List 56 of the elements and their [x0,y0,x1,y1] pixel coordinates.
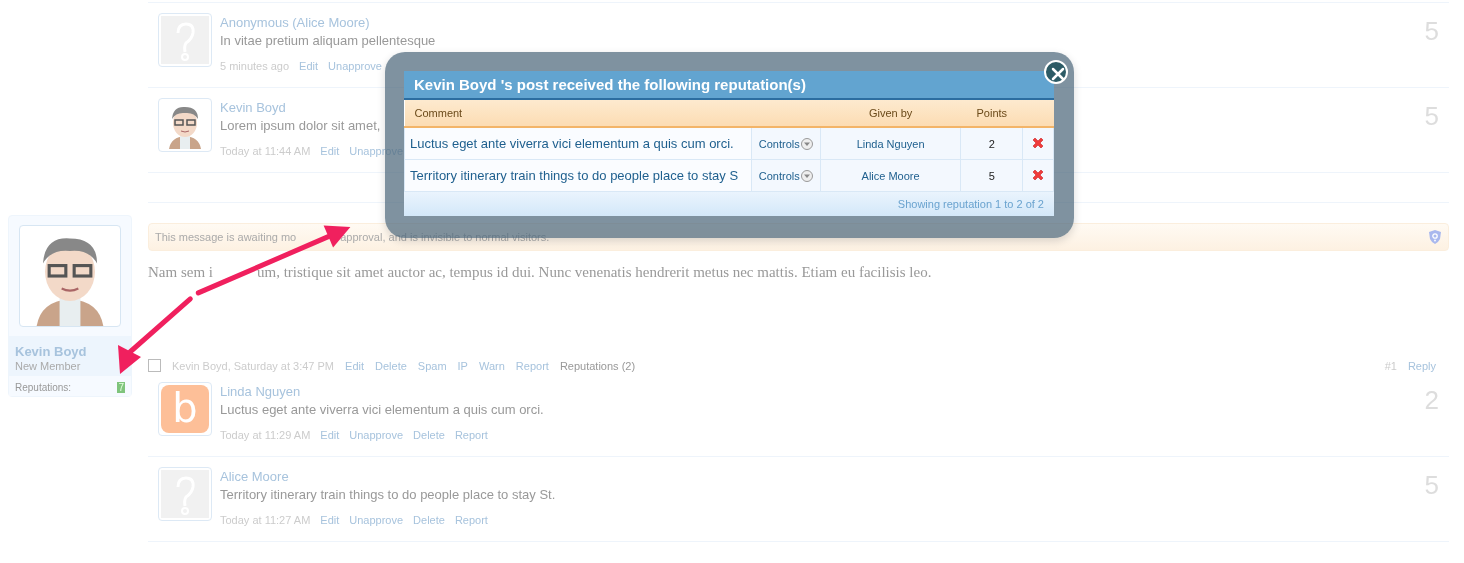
post-body: Nam sem i [148,264,213,280]
action-link[interactable]: Report [454,514,488,526]
action-link[interactable]: Report [515,359,549,372]
points-cell: 2 [961,127,1023,160]
notice-text: This message is awaiting mo [155,231,297,243]
delete-icon[interactable] [1031,167,1046,182]
action-link[interactable]: Spam [417,359,447,372]
comment-text: Lorem ipsum dolor sit amet, [220,118,382,133]
author-link[interactable]: Linda Nguyen [220,384,301,399]
post-body: um, tristique sit amet auctor ac, tempus id dui. Nunc venenatis hendrerit metus nec mattis. Etiam eu facilisis leo. [257,264,932,280]
action-link[interactable]: Edit [299,60,319,72]
username-link[interactable]: Kevin Boyd [15,344,87,359]
action-link[interactable]: Unapprove [328,60,382,72]
caret-icon [800,137,813,150]
action-link[interactable]: IP [457,359,468,372]
action-link[interactable]: Report [454,429,488,441]
action-link[interactable]: Delete [413,429,445,441]
reply-link[interactable]: Reply [1407,359,1436,372]
action-link[interactable]: Warn [478,359,505,372]
action-link[interactable]: Unapprove [349,514,404,526]
caret-icon [800,169,813,182]
action-link[interactable]: Edit [345,359,364,372]
comment-link[interactable]: Luctus eget ante viverra vici elementum a quis cum orci. [404,127,752,160]
action-link[interactable]: Edit [320,145,340,157]
shield-icon [1428,229,1442,245]
reputation-count[interactable]: 7 [117,382,125,393]
comment-text: Territory itinerary train things to do people place to stay St. [220,487,557,502]
avatar [158,467,212,521]
select-checkbox[interactable] [148,359,161,372]
user-title: New Member [15,360,82,372]
column-header: Comment [404,100,752,127]
letter-avatar: b [161,385,209,433]
close-button[interactable] [1044,60,1068,84]
giver-link[interactable]: Linda Nguyen [820,127,961,160]
comment-link[interactable]: Territory itinerary train things to do people place to stay S [404,159,752,192]
comment-text: Luctus eget ante viverra vici elementum a quis cum orci. [220,402,545,417]
action-link[interactable]: Delete [413,514,445,526]
points-cell: 5 [961,159,1023,192]
comment-text: In vitae pretium aliquam pellentesque [220,33,437,48]
modal-title: Kevin Boyd 's post received the following reputation(s) [404,71,1054,100]
giver-link[interactable]: Alice Moore [820,159,961,192]
action-link[interactable]: Edit [320,429,340,441]
avatar [158,13,212,67]
column-header: Given by [820,100,961,127]
author-link[interactable]: Alice Moore [220,469,289,484]
author-link[interactable]: Kevin Boyd [220,100,286,115]
reputation-label: Reputations: [15,382,72,393]
reputations-link[interactable]: Reputations (2) [559,359,636,372]
pagination-text: Showing reputation 1 to 2 of 2 [404,192,1054,216]
action-link[interactable]: Unapprove [349,429,404,441]
avatar [158,98,212,152]
action-link[interactable]: Edit [320,514,340,526]
delete-icon[interactable] [1031,135,1046,150]
column-header: Points [961,100,1023,127]
author-link[interactable]: Anonymous (Alice Moore) [220,15,370,30]
action-link[interactable]: Delete [375,359,407,372]
